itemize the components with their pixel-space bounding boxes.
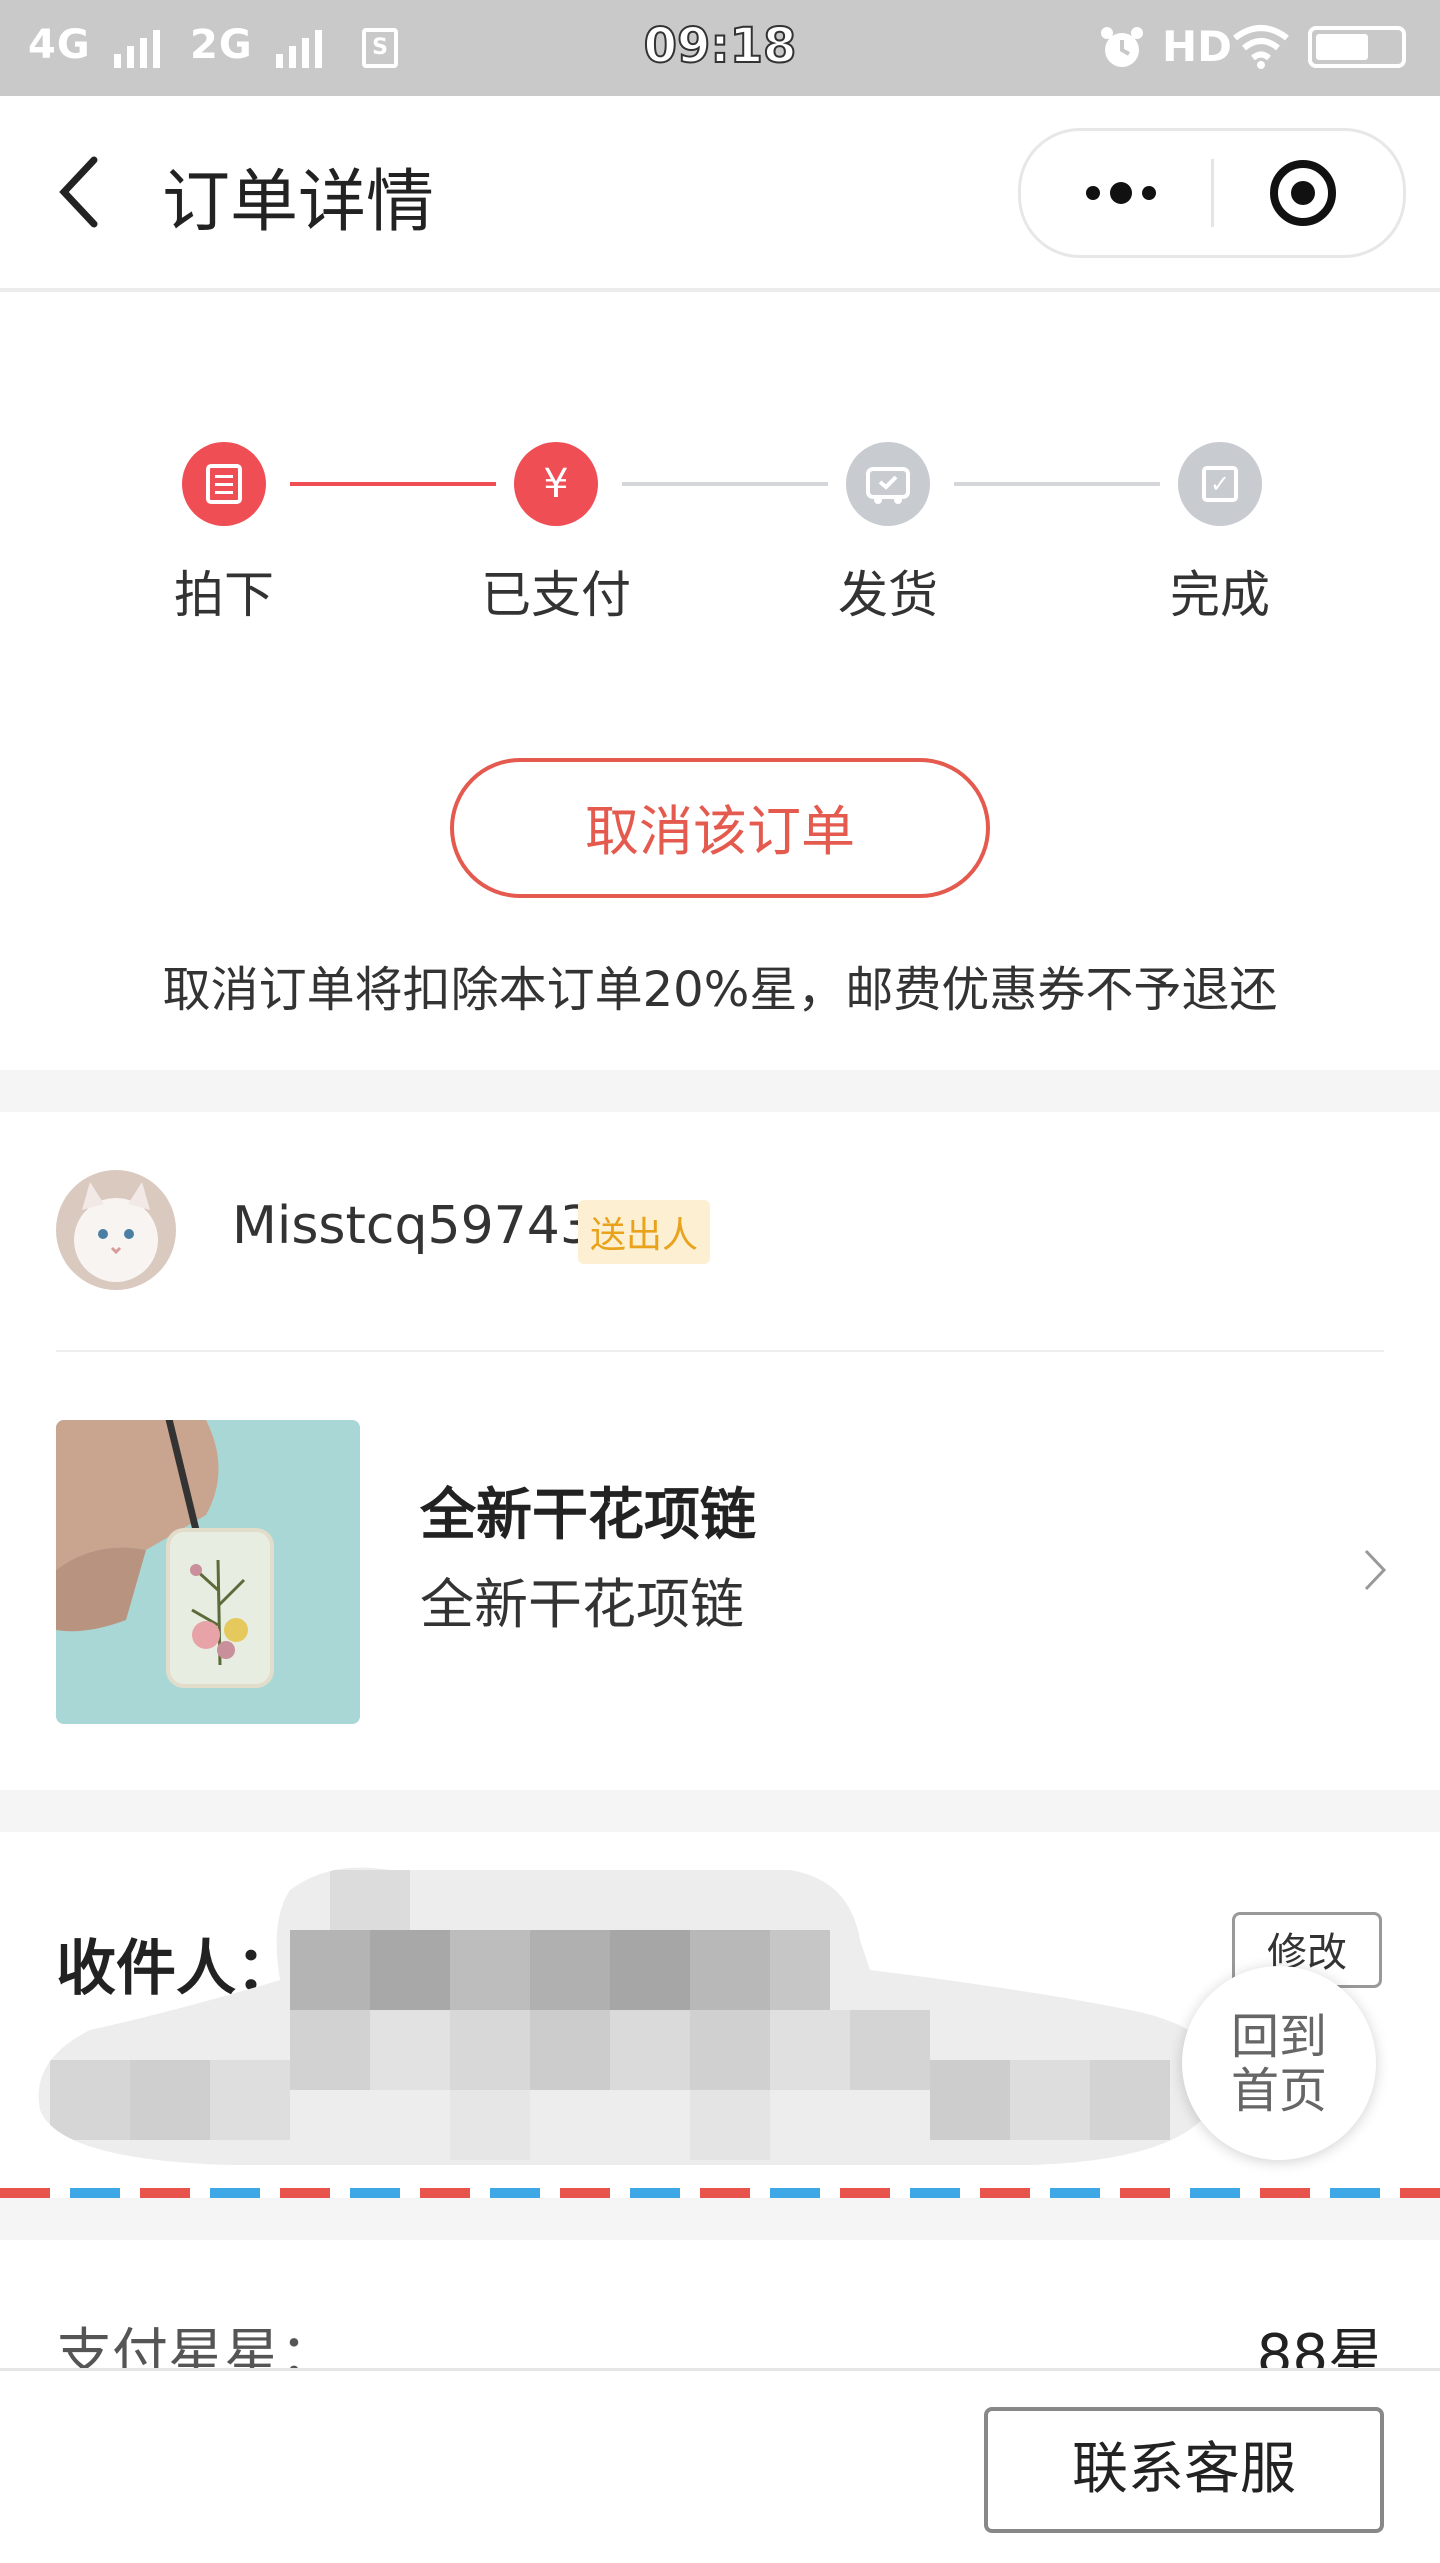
- document-icon: [182, 442, 266, 526]
- step-label-placed: 拍下: [174, 566, 274, 624]
- navigation-bar: 订单详情: [0, 96, 1440, 292]
- divider: [56, 1350, 1384, 1352]
- step-label-completed: 完成: [1170, 566, 1270, 624]
- status-bar: 4G 2G S 09:18 HD: [0, 0, 1440, 96]
- wifi-icon: [1233, 25, 1289, 69]
- check-box-icon: ✓: [1178, 442, 1262, 526]
- step-label-shipped: 发货: [838, 566, 938, 624]
- contact-support-button[interactable]: 联系客服: [984, 2407, 1384, 2533]
- home-button-line1: 回到: [1230, 2009, 1327, 2065]
- bottom-action-bar: 联系客服: [0, 2368, 1440, 2563]
- back-button[interactable]: [50, 152, 110, 232]
- product-description: 全新干花项链: [420, 1573, 744, 1636]
- home-button-line2: 首页: [1230, 2063, 1327, 2119]
- truck-icon: [846, 442, 930, 526]
- progress-line-3: [954, 482, 1160, 486]
- progress-line-1: [290, 482, 496, 486]
- target-icon[interactable]: [1267, 157, 1339, 229]
- product-thumbnail[interactable]: [56, 1420, 360, 1724]
- more-dots-icon[interactable]: [1061, 161, 1181, 225]
- section-divider: [0, 1790, 1440, 1832]
- cancel-order-button[interactable]: 取消该订单: [450, 758, 990, 898]
- airmail-border: [0, 2188, 1440, 2198]
- back-to-home-button[interactable]: 回到 首页: [1182, 1966, 1376, 2160]
- yuan-icon: ¥: [514, 442, 598, 526]
- chevron-right-icon[interactable]: [1360, 1545, 1390, 1595]
- redacted-address: [38, 1867, 1221, 2165]
- capsule-divider: [1211, 159, 1214, 227]
- avatar[interactable]: [56, 1170, 176, 1290]
- section-divider: [0, 1070, 1440, 1112]
- cancel-note: 取消订单将扣除本订单20%星，邮费优惠券不予退还: [162, 962, 1278, 1018]
- progress-line-2: [622, 482, 828, 486]
- battery-icon: [1308, 26, 1406, 68]
- page-title: 订单详情: [162, 163, 435, 242]
- step-label-paid: 已支付: [481, 566, 631, 624]
- seller-name: Misstcq59743: [232, 1196, 593, 1256]
- seller-badge: 送出人: [578, 1200, 711, 1264]
- section-divider: [0, 2198, 1440, 2240]
- hd-indicator: HD: [1162, 22, 1233, 71]
- mini-program-capsule: [1018, 128, 1406, 258]
- alarm-icon: [1101, 27, 1143, 67]
- product-title[interactable]: 全新干花项链: [420, 1470, 756, 1551]
